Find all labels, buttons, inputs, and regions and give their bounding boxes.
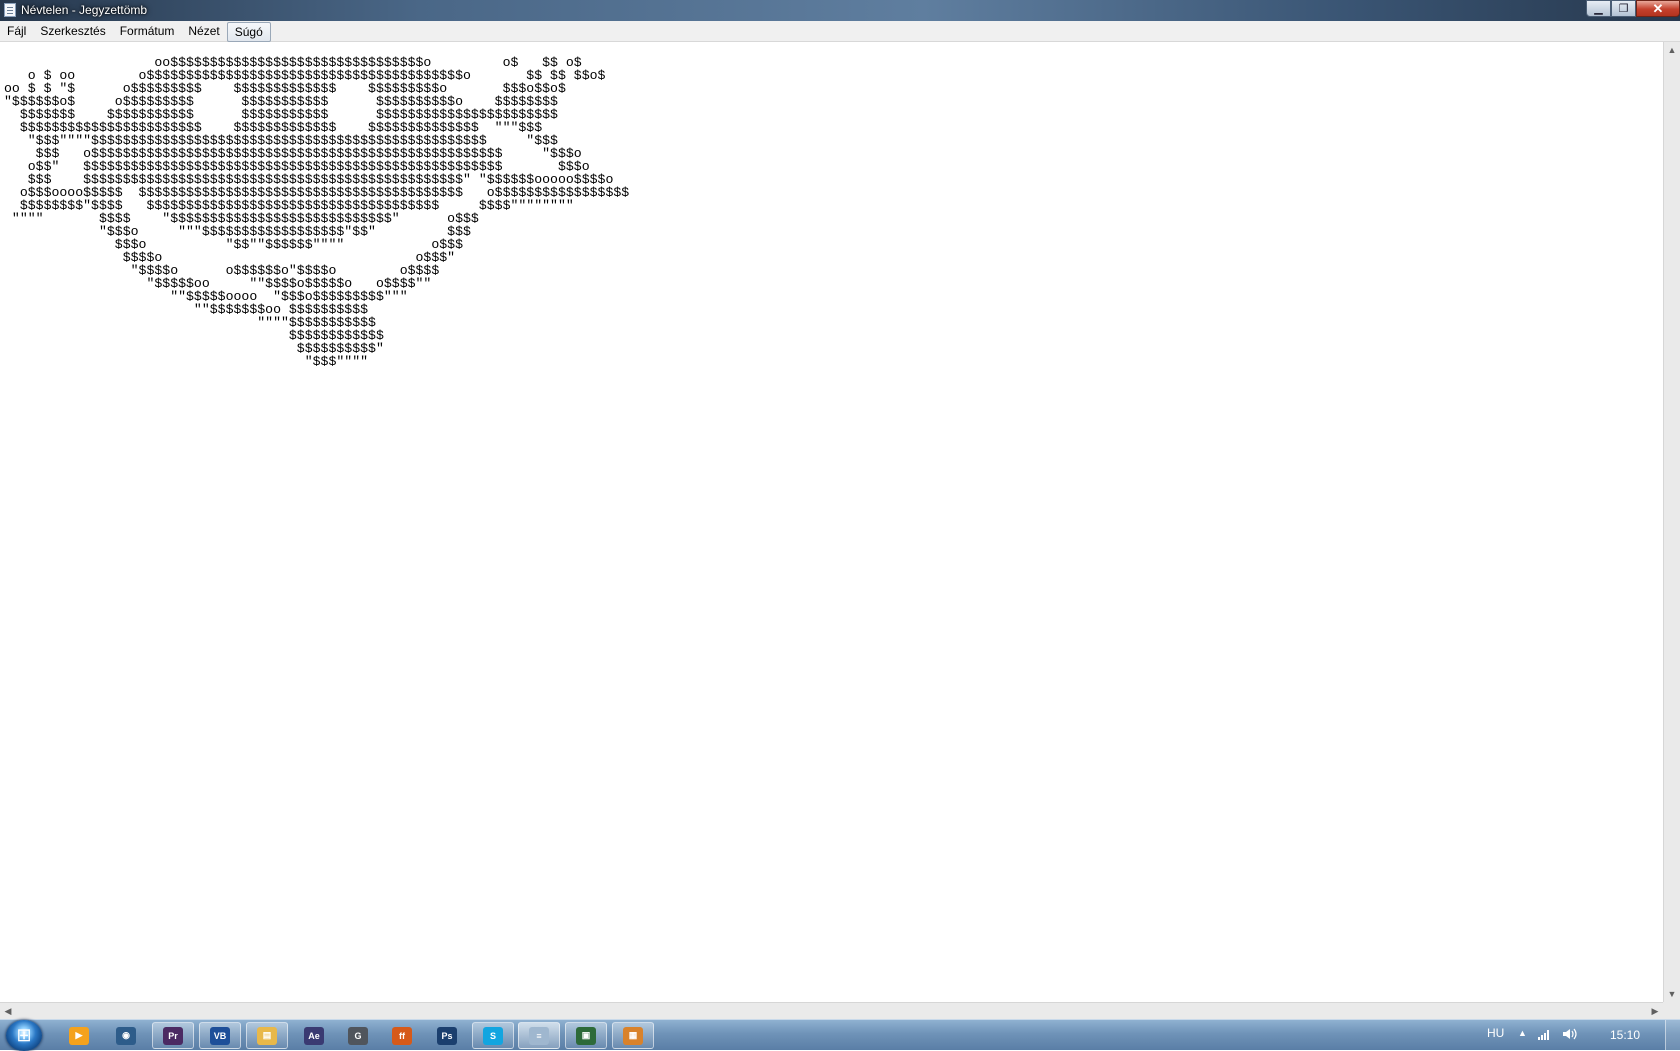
virtualbox-icon: VB [210,1026,230,1045]
scrollbar-corner [1663,1002,1680,1019]
terminal-icon: ▣ [576,1026,596,1045]
scroll-right-icon[interactable]: ▶ [1647,1003,1663,1019]
taskbar-app-notepad[interactable]: ≡ [518,1022,560,1049]
title-bar[interactable]: Névtelen - Jegyzettömb ▁ ❐ ✕ [0,0,1680,21]
volume-icon[interactable] [1562,1027,1578,1044]
speaker-icon [1563,1028,1577,1040]
taskbar-app-photoshop[interactable]: Ps [426,1022,468,1049]
taskbar-app-skype[interactable]: S [472,1022,514,1049]
start-button[interactable]: ⊞ [6,1020,42,1051]
file-explorer-icon: ▤ [257,1026,277,1045]
browser-globe-icon: ◉ [116,1026,136,1045]
taskbar-app-premiere[interactable]: Pr [152,1022,194,1049]
network-icon[interactable] [1538,1028,1552,1043]
editor-text[interactable]: oo$$$$$$$$$$$$$$$$$$$$$$$$$$$$$$$$o o$ $… [0,42,1663,368]
menu-edit[interactable]: Szerkesztés [33,21,112,41]
taskbar-app-virtualbox[interactable]: VB [199,1022,241,1049]
skype-icon: S [483,1026,503,1045]
taskbar-app-browser-globe[interactable]: ◉ [105,1022,147,1049]
restore-icon: ❐ [1618,3,1629,15]
notepad-icon [4,3,16,17]
taskbar-app-file-explorer[interactable]: ▤ [246,1022,288,1049]
language-indicator[interactable]: HU [1487,1026,1504,1040]
minimize-icon: ▁ [1594,3,1603,15]
after-effects-icon: Ae [304,1026,324,1045]
premiere-icon: Pr [163,1026,183,1045]
text-editor[interactable]: oo$$$$$$$$$$$$$$$$$$$$$$$$$$$$$$$$o o$ $… [0,42,1663,1002]
scroll-left-icon[interactable]: ◀ [0,1003,16,1019]
menu-file[interactable]: Fájl [0,21,33,41]
close-icon: ✕ [1652,0,1664,16]
window-title: Névtelen - Jegyzettömb [21,3,148,17]
photoshop-icon: Ps [437,1026,457,1045]
menu-help[interactable]: Súgó [226,22,271,42]
windows-logo-icon: ⊞ [16,1025,32,1045]
show-desktop-button[interactable] [1665,1020,1680,1051]
taskbar-app-terminal[interactable]: ▣ [565,1022,607,1049]
menu-bar: Fájl Szerkesztés Formátum Nézet Súgó [0,21,1680,42]
maximize-button[interactable]: ❐ [1611,0,1636,17]
paint-icon: ▦ [623,1026,643,1045]
scroll-down-icon[interactable]: ▼ [1664,986,1680,1002]
vertical-scrollbar[interactable]: ▲ ▼ [1663,42,1680,1002]
taskbar-app-chrome-like[interactable]: G [337,1022,379,1049]
taskbar-app-paint[interactable]: ▦ [612,1022,654,1049]
show-hidden-icons-icon[interactable]: ▲ [1518,1028,1527,1038]
taskbar-app-after-effects[interactable]: Ae [293,1022,335,1049]
taskbar-app-media-player[interactable]: ▶ [58,1022,100,1049]
close-button[interactable]: ✕ [1636,0,1680,17]
scroll-up-icon[interactable]: ▲ [1664,42,1680,58]
taskbar: ⊞ ▶ ◉ Pr VB ▤ Ae Gff Ps S ≡ ▣ ▦ HU ▲ 15:10 [0,1019,1680,1051]
window-controls: ▁ ❐ ✕ [1586,0,1680,18]
menu-view[interactable]: Nézet [181,21,226,41]
clock-time[interactable]: 15:10 [1610,1028,1640,1042]
taskbar-app-firefox[interactable]: ff [381,1022,423,1049]
firefox-icon: ff [392,1026,412,1045]
signal-bars-icon [1538,1030,1549,1040]
horizontal-scrollbar[interactable]: ◀ ▶ [0,1002,1663,1019]
chrome-like-icon: G [348,1026,368,1045]
notepad-icon: ≡ [529,1026,549,1045]
media-player-icon: ▶ [69,1026,89,1045]
minimize-button[interactable]: ▁ [1586,0,1611,17]
menu-format[interactable]: Formátum [113,21,182,41]
